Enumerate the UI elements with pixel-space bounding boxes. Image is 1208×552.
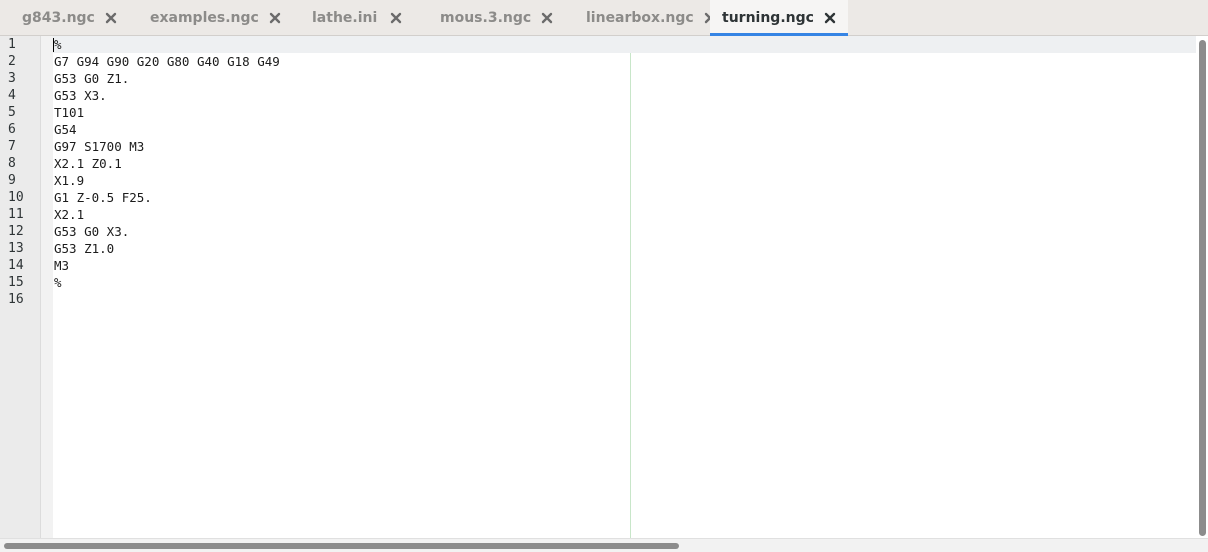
tab-mous-3-ngc[interactable]: mous.3.ngc [418,0,564,35]
close-icon[interactable] [269,10,282,26]
gutter-strip [41,36,53,538]
code-line[interactable]: G97 S1700 M3 [53,138,1196,155]
code-area[interactable]: % G7 G94 G90 G20 G80 G40 G18 G49 G53 G0 Z1… [53,36,1196,308]
horizontal-scrollbar-thumb[interactable] [4,543,679,549]
tab-linearbox-ngc[interactable]: linearbox.ngc [564,0,715,35]
line-number: 10 [8,190,24,205]
code-line[interactable]: % [53,36,1196,53]
line-number: 12 [8,224,24,239]
tab-label: mous.3.ngc [440,9,532,26]
line-number: 2 [8,54,16,69]
line-number: 11 [8,207,24,222]
line-number-gutter: 1 2 3 4 5 6 7 8 9 10 11 12 13 14 15 16 [0,36,41,538]
tab-label: turning.ngc [722,9,814,26]
close-icon[interactable] [541,10,553,26]
text-cursor [53,38,54,52]
line-number: 4 [8,88,16,103]
tab-label: g843.ngc [22,9,95,26]
tab-label: examples.ngc [150,9,259,26]
code-line[interactable]: X2.1 [53,206,1196,223]
tab-label: lathe.ini [312,9,378,26]
code-line[interactable]: M3 [53,257,1196,274]
code-editor[interactable]: 1 2 3 4 5 6 7 8 9 10 11 12 13 14 15 16 % G7 G94 G90 G20 … [0,36,1208,538]
line-number: 5 [8,105,16,120]
line-number: 7 [8,139,16,154]
code-line[interactable]: G53 G0 Z1. [53,70,1196,87]
line-number: 9 [8,173,16,188]
line-numbers: 1 2 3 4 5 6 7 8 9 10 11 12 13 14 15 16 [0,36,41,308]
code-line[interactable]: X1.9 [53,172,1196,189]
line-number: 1 [8,37,16,52]
vertical-scrollbar-thumb[interactable] [1199,40,1206,536]
line-number: 3 [8,71,16,86]
line-number: 15 [8,275,24,290]
code-line[interactable]: G1 Z-0.5 F25. [53,189,1196,206]
code-line[interactable]: G53 X3. [53,87,1196,104]
tab-label: linearbox.ngc [586,9,694,26]
code-line[interactable]: G7 G94 G90 G20 G80 G40 G18 G49 [53,53,1196,70]
tab-bar: g843.ngc examples.ngc lathe.ini mous.3.ngc l… [0,0,1208,36]
line-number: 13 [8,241,24,256]
horizontal-scrollbar[interactable] [0,538,1208,552]
code-line[interactable]: % [53,274,1196,291]
line-number: 16 [8,292,24,307]
code-line[interactable]: G54 [53,121,1196,138]
tab-examples-ngc[interactable]: examples.ngc [130,0,296,35]
tab-lathe-ini[interactable]: lathe.ini [296,0,418,35]
tab-g843-ngc[interactable]: g843.ngc [0,0,130,35]
close-icon[interactable] [105,10,117,26]
line-number: 14 [8,258,24,273]
code-line[interactable] [53,291,1196,308]
line-number: 8 [8,156,16,171]
code-line[interactable]: G53 Z1.0 [53,240,1196,257]
close-icon[interactable] [824,10,836,26]
tab-turning-ngc[interactable]: turning.ngc [710,0,848,36]
code-line[interactable]: G53 G0 X3. [53,223,1196,240]
close-icon[interactable] [388,10,404,26]
vertical-scrollbar[interactable] [1199,40,1206,536]
code-line[interactable]: T101 [53,104,1196,121]
line-number: 6 [8,122,16,137]
code-line[interactable]: X2.1 Z0.1 [53,155,1196,172]
